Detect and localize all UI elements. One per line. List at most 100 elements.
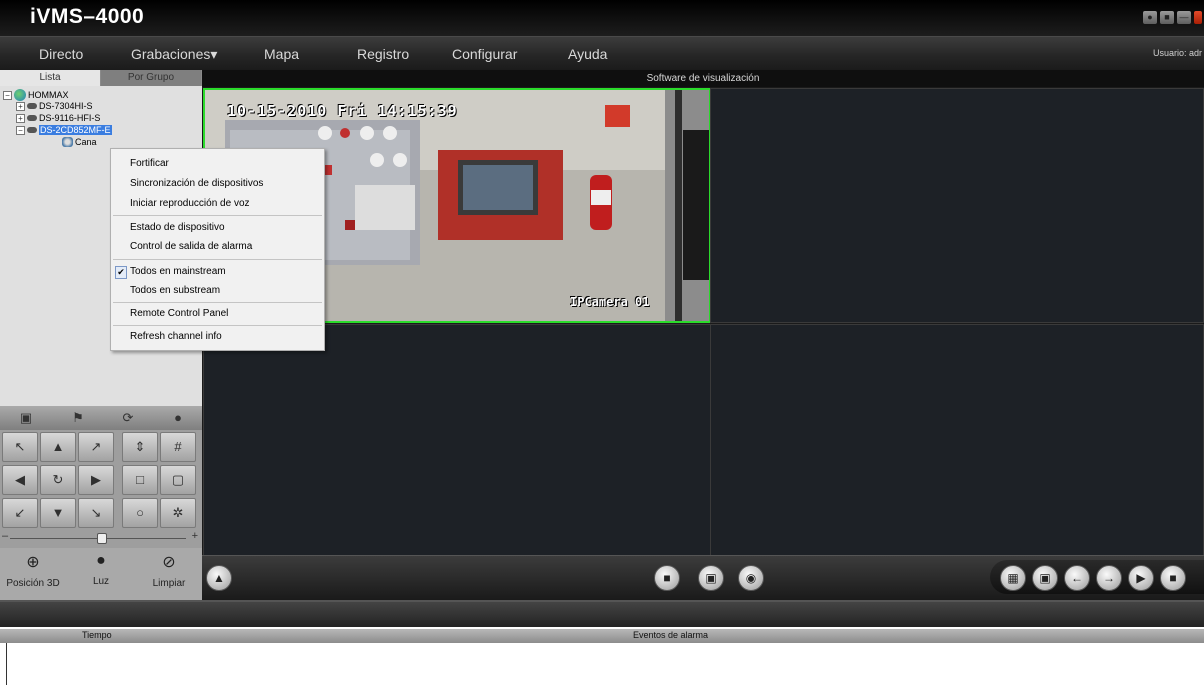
button-label: Luz bbox=[92, 576, 110, 587]
dvr-icon bbox=[27, 115, 37, 121]
tree-item-channel[interactable]: Cana bbox=[62, 137, 97, 147]
alarm-warning-icon[interactable]: ▲ bbox=[206, 565, 232, 591]
iris-open-icon[interactable]: ○ bbox=[122, 498, 158, 528]
layout-icon[interactable]: ▦ bbox=[1000, 565, 1026, 591]
next-page-icon[interactable]: → bbox=[1096, 565, 1122, 591]
title-bar: iVMS–4000 ● ■ — bbox=[0, 0, 1204, 36]
user-icon[interactable]: ● bbox=[1143, 11, 1157, 24]
ptz-right-icon[interactable]: ▶ bbox=[78, 465, 114, 495]
collapse-icon[interactable]: − bbox=[16, 125, 25, 135]
alarm-table-header: Tiempo Eventos de alarma bbox=[0, 629, 1204, 643]
save-view-icon[interactable]: ■ bbox=[1160, 565, 1186, 591]
video-window-3[interactable] bbox=[203, 324, 711, 556]
device-tabs: Lista Por Grupo bbox=[0, 70, 202, 86]
column-header-time[interactable]: Tiempo bbox=[82, 630, 112, 640]
light-icon: ● bbox=[96, 552, 106, 569]
previous-page-icon[interactable]: ← bbox=[1064, 565, 1090, 591]
video-area: Software de visualización 10-15-2010 Fri… bbox=[202, 70, 1204, 601]
close-icon[interactable] bbox=[1194, 11, 1202, 24]
menu-separator bbox=[113, 302, 322, 303]
minus-icon: – bbox=[2, 530, 9, 542]
menu-directo[interactable]: Directo bbox=[39, 46, 83, 62]
preset-flag-icon[interactable]: ⚑ bbox=[70, 410, 86, 426]
slider-handle[interactable] bbox=[97, 533, 107, 544]
minimize-icon[interactable]: — bbox=[1177, 11, 1191, 24]
alarm-list bbox=[6, 643, 1204, 685]
menu-item-device-status[interactable]: Estado de dispositivo bbox=[130, 222, 225, 233]
button-label: Posición 3D bbox=[6, 578, 60, 589]
expand-icon[interactable]: + bbox=[16, 101, 25, 111]
menu-separator bbox=[113, 325, 322, 326]
tree-item-root[interactable]: − HOMMAX bbox=[3, 89, 69, 101]
wiper-icon: ⊘ bbox=[162, 554, 176, 571]
layout-controls: ▦ ▣ ← → ▶ ■ bbox=[990, 560, 1204, 594]
ptz-tabs: ▣ ⚑ ⟳ ● bbox=[0, 406, 202, 430]
ptz-controls: ↖ ▲ ↗ ⇕ # ◀ ↻ ▶ □ ▢ ↙ ▼ ↘ ○ ✲ bbox=[2, 432, 200, 532]
plus-icon: + bbox=[191, 530, 198, 542]
fullscreen-icon[interactable]: ▣ bbox=[1032, 565, 1058, 591]
stop-all-icon[interactable]: ■ bbox=[654, 565, 680, 591]
video-window-4[interactable] bbox=[710, 324, 1204, 556]
expand-icon[interactable]: + bbox=[16, 113, 25, 123]
menu-ayuda[interactable]: Ayuda bbox=[568, 46, 607, 62]
iris-close-icon[interactable]: ✲ bbox=[160, 498, 196, 528]
position-3d-button[interactable]: ⊕ Posición 3D bbox=[0, 548, 66, 600]
sequence-icon[interactable]: ▶ bbox=[1128, 565, 1154, 591]
dvr-icon bbox=[27, 127, 37, 133]
zoom-in-icon[interactable]: □ bbox=[122, 465, 158, 495]
device-context-menu: Fortificar Sincronización de dispositivo… bbox=[110, 148, 325, 351]
ptz-left-icon[interactable]: ◀ bbox=[2, 465, 38, 495]
ptz-auto-icon[interactable]: ↻ bbox=[40, 465, 76, 495]
ptz-down-icon[interactable]: ▼ bbox=[40, 498, 76, 528]
record-icon[interactable]: ● bbox=[170, 410, 186, 426]
tab-por-grupo[interactable]: Por Grupo bbox=[101, 70, 201, 86]
menu-item-refresh-channel[interactable]: Refresh channel info bbox=[130, 331, 222, 342]
menu-registro[interactable]: Registro bbox=[357, 46, 409, 62]
user-label: Usuario: adr bbox=[1152, 48, 1202, 58]
globe-icon bbox=[14, 89, 26, 101]
ptz-control-icon[interactable]: ▣ bbox=[18, 410, 34, 426]
menu-item-alarm-output[interactable]: Control de salida de alarma bbox=[130, 241, 252, 252]
dvr-icon bbox=[27, 103, 37, 109]
menu-item-start-voice[interactable]: Iniciar reproducción de voz bbox=[130, 198, 250, 209]
menu-item-all-substream[interactable]: Todos en substream bbox=[130, 285, 220, 296]
video-window-2[interactable] bbox=[710, 88, 1204, 323]
main-menu: Directo Grabaciones▾ Mapa Registro Confi… bbox=[0, 36, 1204, 71]
zoom-out-icon[interactable]: ▢ bbox=[160, 465, 196, 495]
ptz-up-icon[interactable]: ▲ bbox=[40, 432, 76, 462]
capture-icon[interactable]: ◉ bbox=[738, 565, 764, 591]
menu-item-remote-control-panel[interactable]: Remote Control Panel bbox=[130, 308, 228, 319]
patrol-icon[interactable]: ⟳ bbox=[120, 410, 136, 426]
focus-near-icon[interactable]: ⇕ bbox=[122, 432, 158, 462]
tab-lista[interactable]: Lista bbox=[0, 70, 100, 86]
button-label: Limpiar bbox=[152, 578, 186, 589]
focus-far-icon[interactable]: # bbox=[160, 432, 196, 462]
menu-item-all-mainstream[interactable]: Todos en mainstream bbox=[130, 266, 226, 277]
alarm-toolbar bbox=[0, 602, 1204, 627]
tree-item-device[interactable]: + DS-9116-HFI-S bbox=[16, 113, 100, 123]
ptz-down-right-icon[interactable]: ↘ bbox=[78, 498, 114, 528]
tree-item-device-selected[interactable]: − DS-2CD852MF-E bbox=[16, 125, 112, 135]
menu-item-sync-devices[interactable]: Sincronización de dispositivos bbox=[130, 178, 263, 189]
record-all-icon[interactable]: ▣ bbox=[698, 565, 724, 591]
app-title: iVMS–4000 bbox=[30, 5, 145, 28]
menu-item-fortificar[interactable]: Fortificar bbox=[130, 158, 169, 169]
camera-icon bbox=[62, 137, 73, 147]
ptz-up-left-icon[interactable]: ↖ bbox=[2, 432, 38, 462]
ptz-speed-slider[interactable]: – + bbox=[0, 530, 202, 544]
lock-icon[interactable]: ■ bbox=[1160, 11, 1174, 24]
wiper-button[interactable]: ⊘ Limpiar bbox=[136, 548, 202, 600]
ptz-up-right-icon[interactable]: ↗ bbox=[78, 432, 114, 462]
menu-mapa[interactable]: Mapa bbox=[264, 46, 299, 62]
tree-item-label: Cana bbox=[75, 137, 97, 147]
osd-timestamp: 10-15-2010 Fri 14:15:39 bbox=[227, 102, 458, 120]
video-area-title: Software de visualización bbox=[202, 70, 1204, 87]
menu-grabaciones[interactable]: Grabaciones▾ bbox=[131, 46, 217, 63]
ptz-down-left-icon[interactable]: ↙ bbox=[2, 498, 38, 528]
column-header-alarm-events[interactable]: Eventos de alarma bbox=[633, 630, 708, 640]
tree-item-device[interactable]: + DS-7304HI-S bbox=[16, 101, 93, 111]
tree-item-label: HOMMAX bbox=[28, 90, 69, 100]
light-button[interactable]: ● Luz bbox=[68, 548, 134, 600]
menu-configurar[interactable]: Configurar bbox=[452, 46, 517, 62]
collapse-icon[interactable]: − bbox=[3, 90, 12, 100]
